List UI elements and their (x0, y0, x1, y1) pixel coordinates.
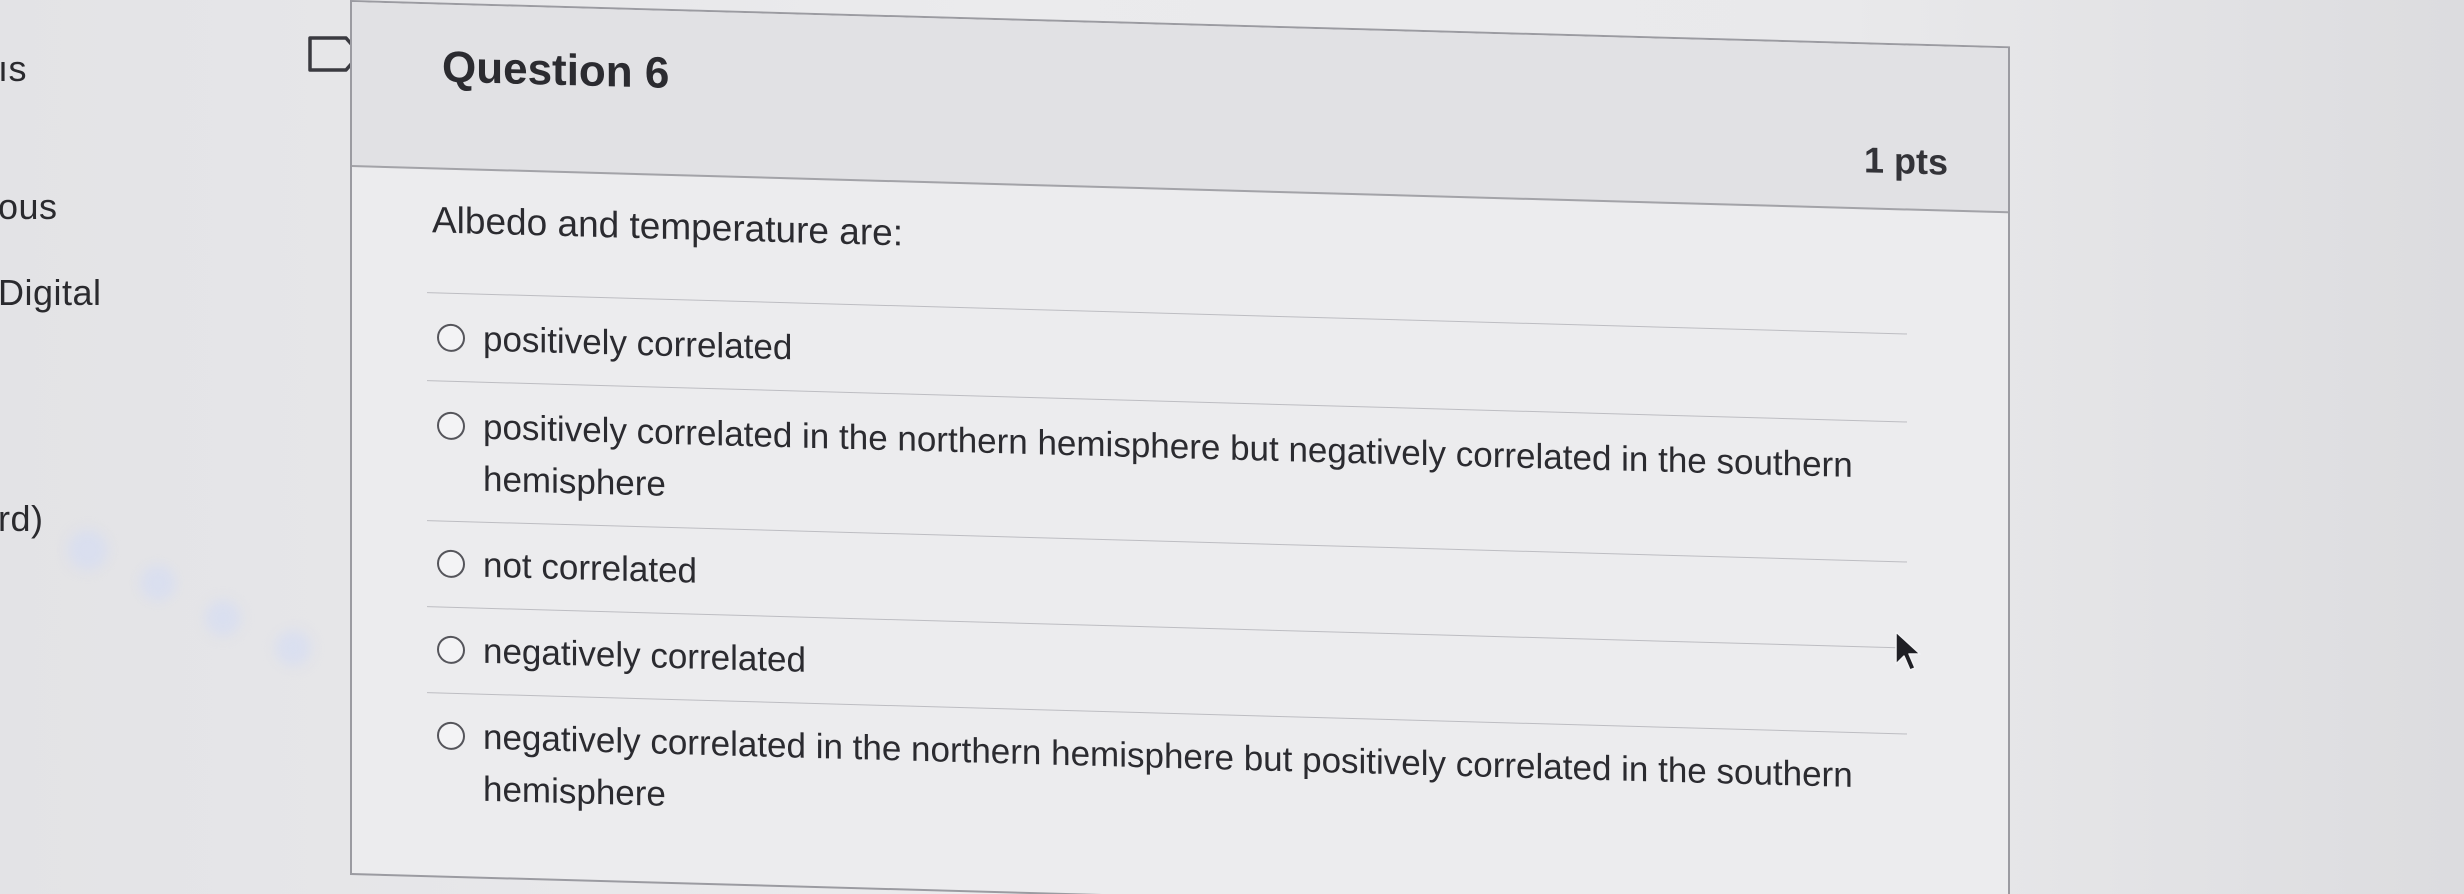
answer-option-4[interactable]: negatively correlated (437, 624, 1857, 716)
sidebar-fragment-4[interactable]: rd) (0, 498, 44, 540)
radio-unselected-icon[interactable] (437, 411, 465, 441)
sidebar-fragment-3[interactable]: Digital (0, 272, 102, 314)
question-card: Question 6 1 pts Albedo and temperature … (350, 0, 2010, 894)
answer-option-2[interactable]: positively correlated in the northern he… (437, 400, 1857, 544)
question-points: 1 pts (1863, 139, 1948, 183)
question-title: Question 6 (442, 42, 670, 98)
radio-unselected-icon[interactable] (437, 323, 465, 353)
answer-label[interactable]: negatively correlated (483, 626, 1857, 716)
radio-unselected-icon[interactable] (437, 721, 465, 751)
sidebar-fragment-1[interactable]: ıs (0, 48, 27, 90)
question-text: Albedo and temperature are: (432, 199, 904, 254)
sidebar-fragment-2[interactable]: ous (0, 186, 58, 228)
radio-unselected-icon[interactable] (437, 549, 465, 579)
answer-option-3[interactable]: not correlated (437, 538, 1857, 630)
answer-label[interactable]: negatively correlated in the northern he… (483, 712, 1857, 854)
radio-unselected-icon[interactable] (437, 635, 465, 665)
reflection-spot (275, 630, 311, 666)
reflection-spot (68, 530, 108, 570)
reflection-spot (140, 565, 176, 601)
question-header: Question 6 1 pts (352, 2, 2008, 214)
screen: ıs ous Digital rd) Question 6 1 pts Albe… (0, 0, 2464, 894)
answer-option-5[interactable]: negatively correlated in the northern he… (437, 710, 1857, 854)
answer-label[interactable]: not correlated (483, 540, 1857, 630)
answer-label[interactable]: positively correlated in the northern he… (483, 402, 1857, 544)
reflection-spot (205, 600, 241, 636)
mouse-pointer-icon (1895, 631, 1921, 671)
